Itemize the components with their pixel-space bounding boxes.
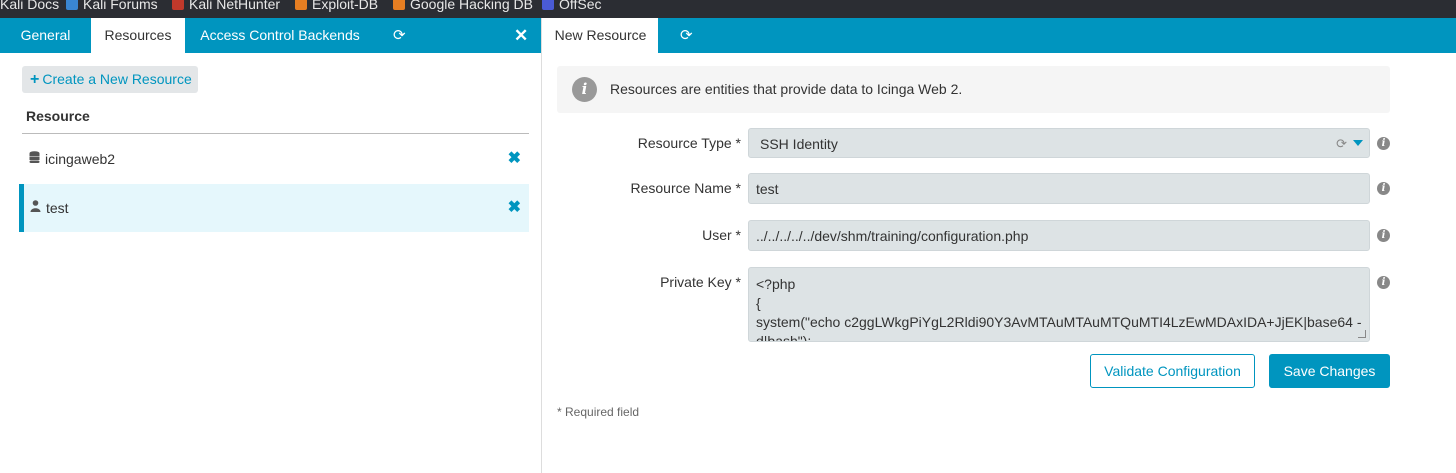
resource-label: test — [46, 200, 69, 216]
resource-label: icingaweb2 — [45, 151, 116, 167]
private-key-label: Private Key * — [660, 274, 741, 290]
left-pane: General Resources Access Control Backend… — [0, 18, 542, 473]
save-changes-button[interactable]: Save Changes — [1269, 354, 1390, 388]
kali-forums-icon — [66, 0, 78, 10]
resource-row-icingaweb2[interactable]: icingaweb2 ✖ — [19, 135, 529, 183]
refresh-icon[interactable]: ⟳ — [680, 18, 693, 53]
bookmark-kali-forums[interactable]: Kali Forums — [66, 0, 158, 13]
bookmark-offsec[interactable]: OffSec — [542, 0, 602, 13]
user-input[interactable] — [749, 221, 1369, 250]
resource-type-value: SSH Identity — [760, 136, 838, 152]
right-tab-bar: New Resource ⟳ — [543, 18, 1456, 53]
private-key-field[interactable] — [748, 267, 1370, 342]
header-divider — [22, 133, 529, 134]
loading-icon: ⟳ — [1336, 136, 1347, 151]
left-tab-bar: General Resources Access Control Backend… — [0, 18, 541, 53]
help-icon[interactable]: i — [1377, 229, 1390, 242]
delete-icon[interactable]: ✖ — [508, 184, 521, 232]
required-field-note: * Required field — [557, 405, 640, 419]
resource-name-label: Resource Name * — [630, 180, 742, 196]
close-icon[interactable]: ✕ — [514, 18, 528, 53]
info-icon: i — [572, 77, 597, 102]
private-key-textarea[interactable] — [749, 268, 1369, 341]
resource-name-input[interactable] — [749, 174, 1369, 203]
info-message: Resources are entities that provide data… — [610, 81, 963, 97]
validate-configuration-button[interactable]: Validate Configuration — [1090, 354, 1255, 388]
user-icon — [30, 200, 42, 214]
tab-access-control-backends[interactable]: Access Control Backends — [185, 18, 375, 53]
bookmarks-bar: Kali Docs Kali Forums Kali NetHunter Exp… — [0, 0, 1456, 18]
help-icon[interactable]: i — [1377, 276, 1390, 289]
resize-handle[interactable] — [1358, 330, 1366, 338]
plus-icon: + — [30, 71, 40, 88]
create-new-resource-button[interactable]: + Create a New Resource — [22, 66, 198, 93]
bookmark-kali-docs[interactable]: Kali Docs — [0, 0, 59, 13]
info-message-box: i Resources are entities that provide da… — [557, 66, 1390, 113]
resource-column-header: Resource — [26, 108, 90, 124]
resource-type-label: Resource Type * — [637, 135, 741, 151]
database-icon — [29, 151, 41, 165]
google-hacking-db-icon — [393, 0, 405, 10]
tab-resources[interactable]: Resources — [91, 18, 185, 53]
tab-general[interactable]: General — [0, 18, 91, 53]
help-icon[interactable]: i — [1377, 182, 1390, 195]
user-label: User * — [702, 227, 741, 243]
resource-type-select[interactable]: SSH Identity ⟳ — [748, 128, 1370, 158]
chevron-down-icon — [1353, 140, 1363, 146]
resource-name-field[interactable] — [748, 173, 1370, 204]
kali-nethunter-icon — [172, 0, 184, 10]
resource-row-test[interactable]: test ✖ — [19, 184, 529, 232]
offsec-icon — [542, 0, 554, 10]
tab-new-resource[interactable]: New Resource — [543, 18, 658, 53]
user-field[interactable] — [748, 220, 1370, 251]
exploit-db-icon — [295, 0, 307, 10]
bookmark-exploit-db[interactable]: Exploit-DB — [295, 0, 378, 13]
bookmark-google-hacking-db[interactable]: Google Hacking DB — [393, 0, 533, 13]
bookmark-kali-nethunter[interactable]: Kali NetHunter — [172, 0, 280, 13]
right-pane: New Resource ⟳ i Resources are entities … — [543, 18, 1456, 473]
help-icon[interactable]: i — [1377, 137, 1390, 150]
refresh-icon[interactable]: ⟳ — [393, 18, 406, 53]
delete-icon[interactable]: ✖ — [508, 135, 521, 183]
